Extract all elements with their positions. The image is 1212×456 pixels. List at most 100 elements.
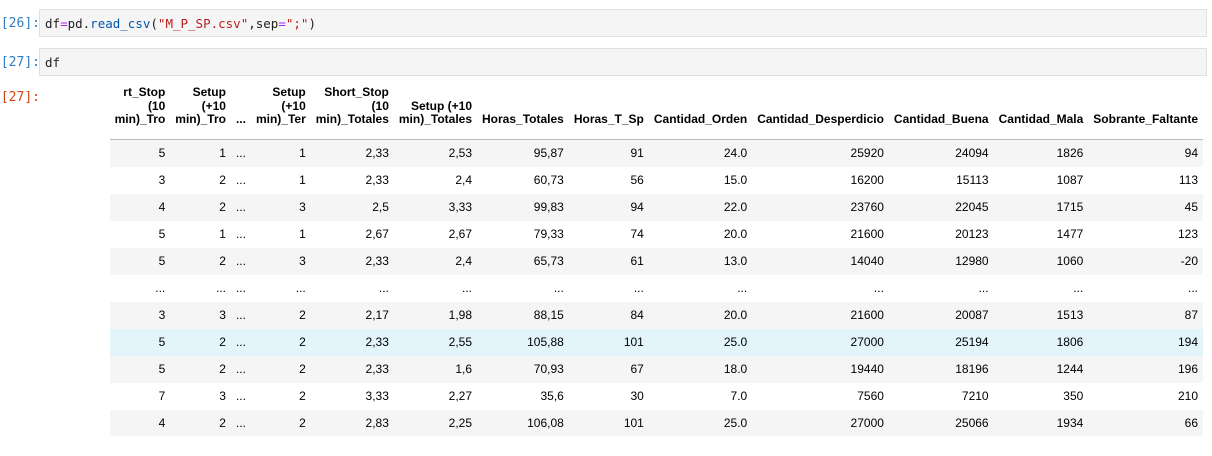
column-header-line: Cantidad_Buena (893, 112, 989, 126)
table-cell: 25066 (888, 409, 994, 436)
table-cell: 1513 (993, 301, 1089, 329)
table-cell: 5 (109, 220, 171, 248)
table-cell: 2 (250, 409, 311, 436)
table-cell: 14040 (752, 247, 889, 275)
table-cell: 106,08 (477, 409, 569, 436)
table-cell: ... (109, 274, 171, 302)
code-cell-read-csv[interactable]: df=pd.read_csv("M_P_SP.csv",sep=";") (39, 9, 1207, 37)
table-cell: 1 (170, 220, 231, 248)
table-cell: 25.0 (648, 409, 753, 436)
table-cell: 84 (568, 301, 649, 329)
table-cell: ... (1088, 274, 1203, 302)
column-header: rt_Stop (10 min)_Tro (109, 86, 171, 140)
column-header: Horas_Totales (477, 86, 569, 140)
table-cell: 2,4 (393, 166, 478, 194)
table-cell: 5 (109, 328, 171, 356)
table-row: 5 2... 3 2,33 2,4 65,73 61 13.0 14040 12980 1060 -2… (109, 247, 1203, 275)
table-cell: 1,6 (393, 355, 478, 383)
table-cell: 1 (170, 139, 231, 167)
column-header-line: (+10 (281, 98, 306, 113)
table-cell: 7.0 (648, 382, 753, 410)
table-cell: 20.0 (648, 301, 753, 329)
table-cell: 1087 (993, 166, 1089, 194)
table-cell: 61 (568, 247, 649, 275)
column-header: Short_Stop (10 min)_Totales (310, 86, 394, 140)
column-header-line: Horas_Totales (482, 112, 564, 126)
table-cell: ... (230, 193, 251, 221)
table-cell: 18196 (888, 355, 994, 383)
table-cell: 2 (170, 193, 231, 221)
table-cell: 25.0 (648, 328, 753, 356)
table-cell: 65,73 (477, 247, 569, 275)
table-cell: 25920 (752, 139, 889, 167)
table-cell: 3 (109, 301, 171, 329)
table-cell: ... (230, 328, 251, 356)
code-token: df (45, 55, 61, 70)
code-token: ) (308, 16, 316, 31)
table-cell: 3,33 (310, 382, 394, 410)
table-cell: 113 (1088, 166, 1203, 194)
table-cell: 91 (568, 139, 649, 167)
table-cell: 2 (170, 355, 231, 383)
column-header-line: Setup (+10 (410, 98, 473, 113)
column-header-line: min)_Totales (315, 112, 389, 126)
table-cell: 2,83 (310, 409, 394, 436)
code-token: df (45, 16, 61, 31)
column-header: Setup (+10 min)_Tro (170, 86, 231, 140)
table-cell: 2,33 (310, 166, 394, 194)
table-cell: ... (393, 274, 478, 302)
table-cell: 60,73 (477, 166, 569, 194)
table-cell: 7560 (752, 382, 889, 410)
table-cell: 2 (250, 382, 311, 410)
table-cell: 2,53 (393, 139, 478, 167)
table-cell: 2 (250, 301, 311, 329)
table-row: 4 2... 3 2,5 3,33 99,83 94 22.0 23760 22045 1715 45 (109, 193, 1203, 221)
column-header-line: rt_Stop (123, 86, 166, 99)
table-cell: 45 (1088, 193, 1203, 221)
table-row: 3 3... 2 2,17 1,98 88,15 84 20.0 21600 20087 1513 8… (109, 301, 1203, 329)
code-token: = (60, 16, 68, 31)
table-cell: 4 (109, 409, 171, 436)
column-header: Cantidad_Buena (888, 86, 994, 140)
table-cell: 2 (170, 247, 231, 275)
table-cell: 2 (250, 355, 311, 383)
table-cell: 1 (250, 220, 311, 248)
table-cell: 7 (109, 382, 171, 410)
table-cell: 1244 (993, 355, 1089, 383)
table-cell: 15.0 (648, 166, 753, 194)
table-cell: 1060 (993, 247, 1089, 275)
column-header-line: min)_Totales (398, 112, 473, 126)
table-cell: 94 (568, 193, 649, 221)
table-cell: 1826 (993, 139, 1089, 167)
table-cell: 3 (250, 247, 311, 275)
column-header-line: Horas_T_Sp (573, 112, 644, 126)
column-header: Sobrante_Faltante (1088, 86, 1203, 140)
table-cell: 194 (1088, 328, 1203, 356)
table-cell: 20123 (888, 220, 994, 248)
table-cell: 2,17 (310, 301, 394, 329)
table-cell: 20.0 (648, 220, 753, 248)
table-cell: ... (230, 382, 251, 410)
table-cell: 2,25 (393, 409, 478, 436)
table-cell: 66 (1088, 409, 1203, 436)
table-cell: 5 (109, 355, 171, 383)
table-cell: -20 (1088, 247, 1203, 275)
code-token: "M_P_SP.csv" (157, 16, 249, 31)
table-cell: 2,67 (393, 220, 478, 248)
code-token: pd. (67, 16, 91, 31)
table-cell: ... (310, 274, 394, 302)
table-cell: 27000 (752, 409, 889, 436)
column-header: Setup (+10 min)_Totales (393, 86, 478, 140)
table-cell: 95,87 (477, 139, 569, 167)
table-cell: 94 (1088, 139, 1203, 167)
table-cell: ... (230, 301, 251, 329)
table-row: 3 2... 1 2,33 2,4 60,73 56 15.0 16200 15113 1087 11… (109, 166, 1203, 194)
code-cell-df[interactable]: df (39, 48, 1207, 76)
table-cell: ... (230, 274, 251, 302)
table-cell: 3 (109, 166, 171, 194)
table-row: ....................................... (109, 274, 1203, 302)
table-cell: 70,93 (477, 355, 569, 383)
column-header-line: Cantidad_Orden (653, 112, 748, 126)
table-cell: 210 (1088, 382, 1203, 410)
table-cell: 2,67 (310, 220, 394, 248)
